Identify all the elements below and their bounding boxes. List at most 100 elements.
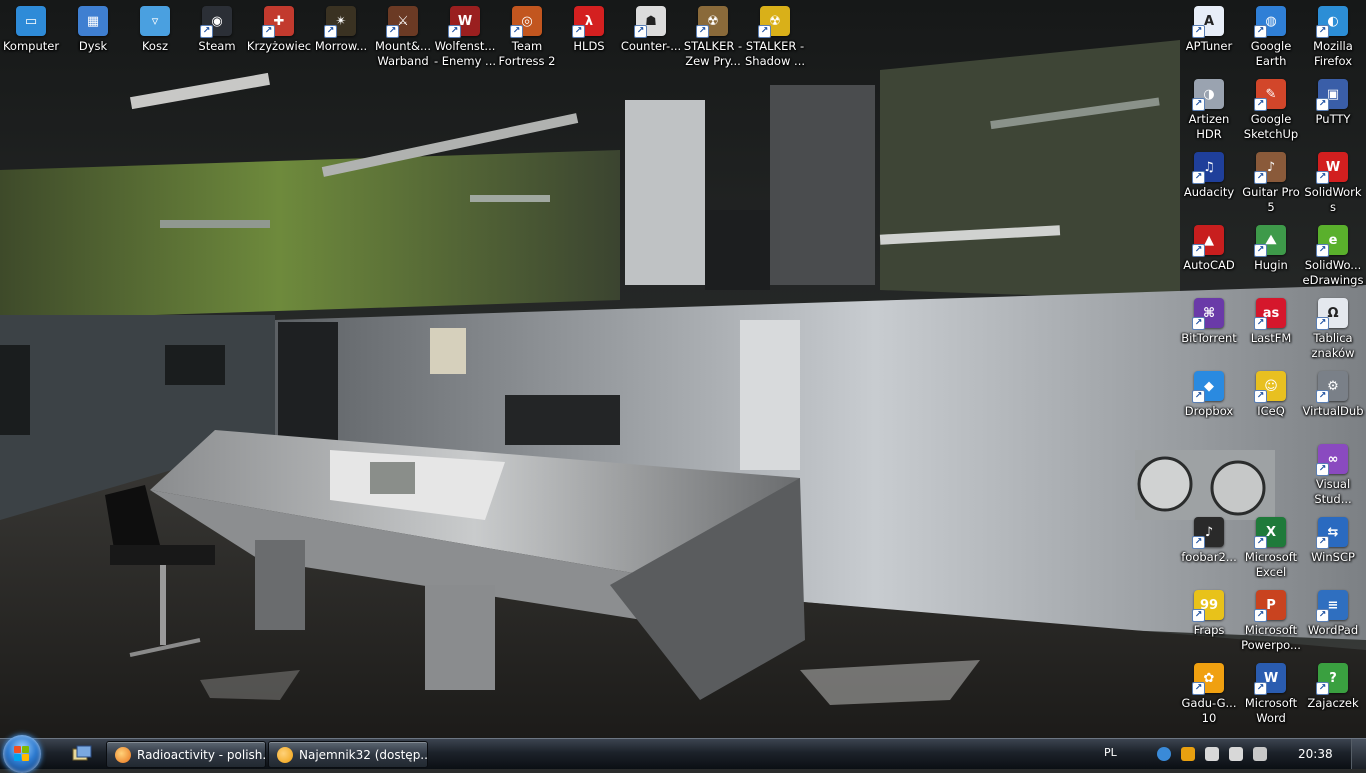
- team-fortress-icon: ◎ ↗: [510, 6, 542, 38]
- desktop-icon[interactable]: ⚔ ↗ Mount&... Warband: [372, 0, 434, 70]
- shortcut-arrow-icon: ↗: [1316, 609, 1329, 622]
- desktop-icon[interactable]: ✎ ↗ Google SketchUp: [1240, 73, 1302, 143]
- zajaczek-icon: ? ↗: [1316, 663, 1348, 695]
- desktop-icon[interactable]: W ↗ SolidWork s: [1302, 146, 1364, 216]
- artizen-hdr-icon: ◑ ↗: [1192, 79, 1224, 111]
- desktop-icon-label: APTuner: [1185, 39, 1233, 53]
- desktop-icon-label: ICeQ: [1257, 404, 1285, 418]
- shortcut-arrow-icon: ↗: [1192, 390, 1205, 403]
- desktop-icon-label: Mozilla Firefox: [1313, 39, 1353, 68]
- desktop-icon[interactable]: ✚ ↗ Krzyżowiec: [247, 0, 311, 70]
- taskbar-button-title: Radioactivity - polish...: [137, 747, 265, 762]
- desktop-icon[interactable]: ▲ ↗ AutoCAD: [1178, 219, 1240, 289]
- desktop-icon[interactable]: ✿ ↗ Gadu-G... 10: [1178, 657, 1240, 727]
- desktop-icon[interactable]: ☺ ↗ ICeQ: [1240, 365, 1302, 435]
- desktop-icon-label: Fraps: [1193, 623, 1225, 637]
- desktop-icon[interactable]: ▿ Kosz: [124, 0, 186, 70]
- edrawings-icon: e ↗: [1316, 225, 1348, 257]
- desktop-icon-label: Dysk: [78, 39, 108, 53]
- hlds-icon: λ ↗: [572, 6, 604, 38]
- autocad-icon: ▲ ↗: [1192, 225, 1224, 257]
- volume-icon[interactable]: [1205, 747, 1219, 761]
- desktop-icon[interactable]: X ↗ Microsoft Excel: [1240, 511, 1302, 581]
- shortcut-arrow-icon: ↗: [1192, 171, 1205, 184]
- hugin-icon: ⛰ ↗: [1254, 225, 1286, 257]
- shortcut-arrow-icon: ↗: [1316, 682, 1329, 695]
- desktop-icon-label: Artizen HDR: [1188, 112, 1230, 141]
- start-button[interactable]: [3, 735, 41, 773]
- desktop-icon[interactable]: ◎ ↗ Team Fortress 2: [496, 0, 558, 70]
- shortcut-arrow-icon: ↗: [1192, 25, 1205, 38]
- desktop-icon[interactable]: ? ↗ Zajaczek: [1302, 657, 1364, 727]
- shortcut-arrow-icon: ↗: [1254, 98, 1267, 111]
- desktop-icon[interactable]: ◆ ↗ Dropbox: [1178, 365, 1240, 435]
- virtualdub-icon: ⚙ ↗: [1316, 371, 1348, 403]
- desktop-icon[interactable]: A ↗ APTuner: [1178, 0, 1240, 70]
- aptuner-icon: A ↗: [1192, 6, 1224, 38]
- winscp-icon: ⇆ ↗: [1316, 517, 1348, 549]
- taskbar-button[interactable]: Radioactivity - polish...: [106, 741, 266, 768]
- shortcut-arrow-icon: ↗: [1254, 317, 1267, 330]
- desktop-icon[interactable]: Ω ↗ Tablica znaków: [1302, 292, 1364, 362]
- morrowind-icon: ✴ ↗: [324, 6, 356, 38]
- desktop-icon[interactable]: 99 ↗ Fraps: [1178, 584, 1240, 654]
- desktop-icon-label: AutoCAD: [1183, 258, 1235, 272]
- desktop-icon[interactable]: P ↗ Microsoft Powerpo...: [1240, 584, 1302, 654]
- desktop-icon-label: SolidWork s: [1304, 185, 1362, 214]
- desktop-icon[interactable]: ▣ ↗ PuTTY: [1302, 73, 1364, 143]
- desktop-icon[interactable]: ▭ Komputer: [0, 0, 62, 70]
- desktop-icon[interactable]: ◑ ↗ Artizen HDR: [1178, 73, 1240, 143]
- shortcut-arrow-icon: ↗: [634, 25, 647, 38]
- desktop-icon-label: Mount&... Warband: [375, 39, 431, 68]
- shortcut-arrow-icon: ↗: [1316, 317, 1329, 330]
- steam-tray-icon[interactable]: [1253, 747, 1267, 761]
- desktop-icon[interactable]: ≡ ↗ WordPad: [1302, 584, 1364, 654]
- clock[interactable]: 20:38: [1298, 747, 1333, 761]
- desktop-icon-label: Counter-...: [620, 39, 682, 53]
- drive-icon: ▦: [78, 6, 108, 36]
- desktop-icon[interactable]: ⌘ ↗ BitTorrent: [1178, 292, 1240, 362]
- desktop-icon[interactable]: ☢ ↗ STALKER - Zew Pry...: [682, 0, 744, 70]
- desktop-icon-label: Wolfenst... - Enemy ...: [433, 39, 497, 68]
- shortcut-arrow-icon: ↗: [1192, 682, 1205, 695]
- network-globe-icon[interactable]: [1157, 747, 1171, 761]
- character-map-icon: Ω ↗: [1316, 298, 1348, 330]
- desktop-icon[interactable]: ◐ ↗ Mozilla Firefox: [1302, 0, 1364, 70]
- shortcut-arrow-icon: ↗: [1192, 244, 1205, 257]
- desktop-icon[interactable]: ♪ ↗ foobar2...: [1178, 511, 1240, 581]
- desktop-icon[interactable]: λ ↗ HLDS: [558, 0, 620, 70]
- desktop-icon[interactable]: ⛰ ↗ Hugin: [1240, 219, 1302, 289]
- desktop-icon[interactable]: ⚙ ↗ VirtualDub: [1302, 365, 1364, 435]
- desktop-icon[interactable]: ☗ ↗ Counter-...: [620, 0, 682, 70]
- desktop-icon[interactable]: ∞ ↗ Visual Stud...: [1302, 438, 1364, 508]
- guitar-pro-icon: ♪ ↗: [1254, 152, 1286, 184]
- desktop-icon[interactable]: ▦ Dysk: [62, 0, 124, 70]
- desktop-icon[interactable]: ♪ ↗ Guitar Pro 5: [1240, 146, 1302, 216]
- desktop-icon[interactable]: as ↗ LastFM: [1240, 292, 1302, 362]
- desktop-icon[interactable]: ✴ ↗ Morrow...: [310, 0, 372, 70]
- desktop-icon[interactable]: ◍ ↗ Google Earth: [1240, 0, 1302, 70]
- shortcut-arrow-icon: ↗: [1316, 390, 1329, 403]
- gadu-gadu-tray-icon[interactable]: [1181, 747, 1195, 761]
- shortcut-arrow-icon: ↗: [1254, 171, 1267, 184]
- gadu-gadu-icon: ✿ ↗: [1192, 663, 1224, 695]
- desktop-icon[interactable]: W ↗ Wolfenst... - Enemy ...: [434, 0, 496, 70]
- desktop-icon-label: PuTTY: [1315, 112, 1351, 126]
- desktop-icon[interactable]: ⇆ ↗ WinSCP: [1302, 511, 1364, 581]
- mount-blade-icon: ⚔ ↗: [386, 6, 418, 38]
- desktop-icon[interactable]: ◉ ↗ Steam: [186, 0, 248, 70]
- desktop-icon[interactable]: e ↗ SolidWo... eDrawings: [1302, 219, 1364, 289]
- desktop-icon[interactable]: W ↗ Microsoft Word: [1240, 657, 1302, 727]
- dropbox-icon: ◆ ↗: [1192, 371, 1224, 403]
- show-desktop-icon[interactable]: [72, 745, 92, 763]
- safely-remove-icon[interactable]: [1229, 747, 1243, 761]
- putty-icon: ▣ ↗: [1316, 79, 1348, 111]
- show-desktop-button[interactable]: [1351, 739, 1366, 769]
- language-indicator[interactable]: PL: [1104, 746, 1117, 759]
- desktop-icon[interactable]: ☢ ↗ STALKER - Shadow ...: [744, 0, 806, 70]
- desktop-icon-label: BitTorrent: [1181, 331, 1237, 345]
- taskbar-button[interactable]: Najemnik32 (dostęp...: [268, 741, 428, 768]
- desktop-icon-label: HLDS: [573, 39, 605, 53]
- shortcut-arrow-icon: ↗: [1316, 171, 1329, 184]
- desktop-icon[interactable]: ♫ ↗ Audacity: [1178, 146, 1240, 216]
